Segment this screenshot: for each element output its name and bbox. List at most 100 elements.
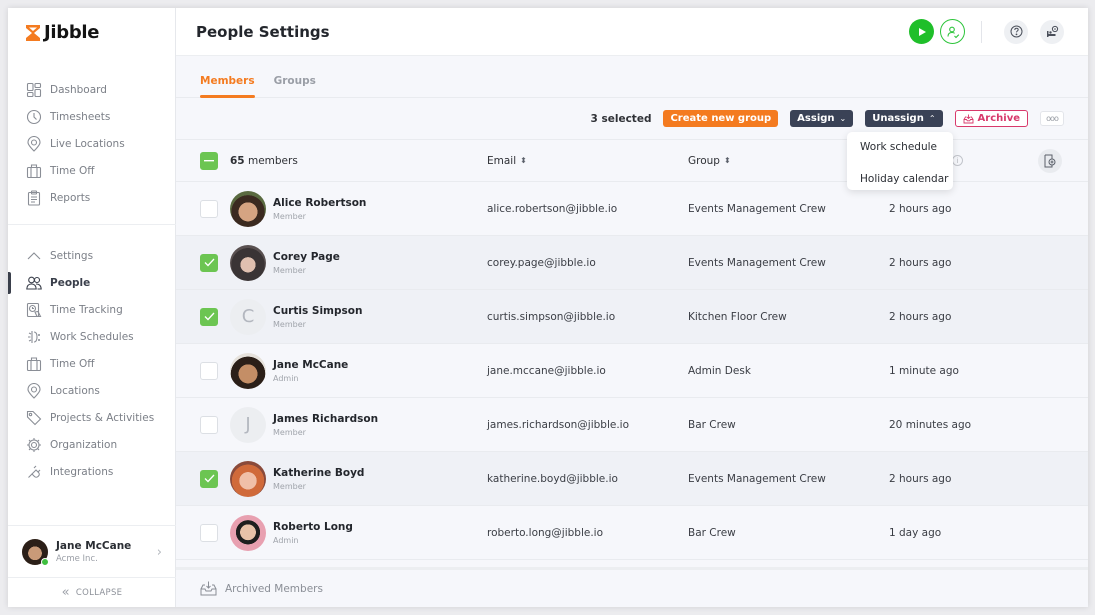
avatar <box>230 352 266 389</box>
table-row[interactable]: C Curtis Simpson Member curtis.simpson@j… <box>176 290 1088 344</box>
assign-button[interactable]: Assign ⌄ <box>790 110 854 127</box>
page-title: People Settings <box>196 22 330 41</box>
clock-in-icon <box>946 26 959 38</box>
member-email: james.richardson@jibble.io <box>487 418 630 431</box>
sidebar-item-label: Integrations <box>50 465 114 478</box>
jibble-logo-icon <box>26 24 40 41</box>
online-status-indicator <box>41 557 49 566</box>
archive-button[interactable]: Archive <box>954 110 1028 127</box>
table-row[interactable]: Katherine Boyd Member katherine.boyd@jib… <box>176 452 1088 506</box>
more-options-button[interactable]: ooo <box>1040 111 1064 126</box>
sidebar-item-label: Time Off <box>50 357 95 370</box>
sidebar-item-label: Locations <box>50 384 100 397</box>
tab-members[interactable]: Members <box>200 75 255 98</box>
member-role: Admin <box>273 535 299 545</box>
sidebar-item-label: Timesheets <box>50 110 111 123</box>
sidebar-item-organization[interactable]: Organization <box>8 431 176 458</box>
row-checkbox[interactable] <box>200 361 218 380</box>
sidebar-item-locations[interactable]: Locations <box>8 377 176 404</box>
table-row[interactable]: J James Richardson Member james.richards… <box>176 398 1088 452</box>
member-name[interactable]: Curtis Simpson <box>273 305 362 317</box>
settings-nav: Settings People Time Tracking Work Sched… <box>8 242 176 485</box>
member-name[interactable]: James Richardson <box>273 413 378 425</box>
create-new-group-button[interactable]: Create new group <box>663 110 779 127</box>
dropdown-item-holiday-calendar[interactable]: Holiday calendar <box>847 164 953 194</box>
start-timer-button[interactable] <box>909 19 934 44</box>
member-name[interactable]: Jane McCane <box>273 359 348 371</box>
avatar-initial: C <box>241 306 255 327</box>
add-column-icon <box>1044 154 1056 168</box>
member-name[interactable]: Corey Page <box>273 251 340 263</box>
select-all-checkbox[interactable] <box>200 151 218 170</box>
member-last-active: 2 hours ago <box>889 256 952 269</box>
sidebar-item-dashboard[interactable]: Dashboard <box>8 76 176 103</box>
member-name[interactable]: Alice Robertson <box>273 197 366 209</box>
work-schedule-icon <box>26 329 42 345</box>
member-group: Bar Crew <box>688 526 736 539</box>
row-checkbox[interactable] <box>200 253 218 272</box>
member-last-active: 2 hours ago <box>889 472 952 485</box>
inbox-download-icon <box>200 581 217 596</box>
sidebar-item-reports[interactable]: Reports <box>8 184 176 211</box>
chevron-down-icon: ⌄ <box>839 114 847 123</box>
chevron-up-icon: ⌃ <box>928 114 936 123</box>
member-group: Events Management Crew <box>688 472 826 485</box>
unassign-button[interactable]: Unassign ⌃ <box>865 110 943 127</box>
table-row[interactable]: Corey Page Member corey.page@jibble.io E… <box>176 236 1088 290</box>
brand-name: Jibble <box>44 22 100 43</box>
archived-members-link[interactable]: Archived Members <box>176 567 1088 607</box>
member-email: corey.page@jibble.io <box>487 256 596 269</box>
sidebar-item-work-schedules[interactable]: Work Schedules <box>8 323 176 350</box>
sidebar-item-settings[interactable]: Settings <box>8 242 176 269</box>
clock-in-button[interactable] <box>940 19 965 44</box>
sidebar-item-label: Reports <box>50 191 91 204</box>
row-checkbox[interactable] <box>200 199 218 218</box>
row-checkbox[interactable] <box>200 307 218 326</box>
help-button[interactable] <box>1004 19 1028 44</box>
row-checkbox[interactable] <box>200 523 218 542</box>
sidebar-item-live-locations[interactable]: Live Locations <box>8 130 176 157</box>
sidebar-item-timesheets[interactable]: Timesheets <box>8 103 176 130</box>
column-settings-button[interactable] <box>1038 149 1062 173</box>
sidebar-item-time-off-settings[interactable]: Time Off <box>8 350 176 377</box>
member-group: Kitchen Floor Crew <box>688 310 787 323</box>
checkmark-icon <box>204 258 214 267</box>
sort-icon: ⬍ <box>723 156 731 165</box>
member-email: alice.robertson@jibble.io <box>487 202 618 215</box>
collapse-label: COLLAPSE <box>75 587 123 598</box>
sidebar-item-time-tracking[interactable]: Time Tracking <box>8 296 176 323</box>
assign-label: Assign <box>797 113 835 124</box>
user-name: Jane McCane <box>56 539 132 552</box>
minus-icon <box>204 159 214 161</box>
member-name[interactable]: Roberto Long <box>273 521 353 533</box>
tab-groups[interactable]: Groups <box>274 75 316 97</box>
info-icon[interactable]: i <box>952 155 963 166</box>
selected-count: 3 selected <box>590 112 652 125</box>
dashboard-icon <box>26 82 42 98</box>
logo[interactable]: Jibble <box>25 22 100 43</box>
sidebar-item-projects-activities[interactable]: Projects & Activities <box>8 404 176 431</box>
dropdown-item-work-schedule[interactable]: Work schedule <box>847 138 953 156</box>
sidebar-item-label: Dashboard <box>50 83 107 96</box>
profile-settings-button[interactable] <box>1040 19 1064 44</box>
time-tracking-icon <box>26 302 42 318</box>
user-org: Acme Inc. <box>56 553 98 564</box>
row-checkbox[interactable] <box>200 415 218 434</box>
row-checkbox[interactable] <box>200 469 218 488</box>
table-row[interactable]: Roberto Long Admin roberto.long@jibble.i… <box>176 506 1088 560</box>
tabs: Members Groups <box>176 56 1088 98</box>
sidebar-item-people[interactable]: People <box>8 269 176 296</box>
sidebar-item-time-off[interactable]: Time Off <box>8 157 176 184</box>
column-header-email[interactable]: Email ⬍ <box>487 155 688 167</box>
sidebar-item-label: Projects & Activities <box>50 411 155 424</box>
user-profile-card[interactable]: Jane McCane Acme Inc. › <box>8 525 176 577</box>
avatar <box>230 460 266 497</box>
clipboard-icon <box>26 189 42 206</box>
help-icon <box>1010 25 1022 38</box>
sidebar-item-integrations[interactable]: Integrations <box>8 458 176 485</box>
member-role: Member <box>273 481 306 491</box>
sidebar: Jibble Dashboard Timesheets Live Locatio… <box>8 8 176 607</box>
collapse-sidebar-button[interactable]: « COLLAPSE <box>8 577 176 607</box>
table-row[interactable]: Jane McCane Admin jane.mccane@jibble.io … <box>176 344 1088 398</box>
member-name[interactable]: Katherine Boyd <box>273 467 364 479</box>
